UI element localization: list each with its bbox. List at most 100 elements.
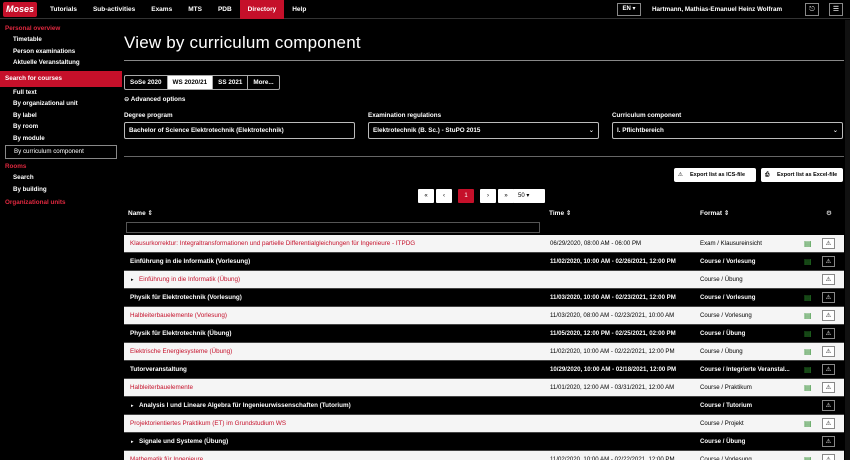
nav-tutorials[interactable]: Tutorials	[42, 0, 85, 19]
export-ics-button[interactable]: ⚠ Export list as ICS-file	[674, 168, 756, 182]
col-name-header[interactable]: Name ⇕	[128, 207, 153, 221]
sidebar-head-search[interactable]: Search for courses	[0, 70, 122, 87]
course-name[interactable]: Analysis I und Lineare Algebra für Ingen…	[139, 397, 351, 415]
nav-pdb[interactable]: PDB	[210, 0, 240, 19]
course-name[interactable]: Projektorientiertes Praktikum (ET) im Gr…	[130, 415, 286, 433]
tab-semester[interactable]: SoSe 2020	[125, 76, 168, 89]
calendar-icon[interactable]: ▤	[804, 329, 812, 338]
nav-mts[interactable]: MTS	[180, 0, 210, 19]
course-name[interactable]: Tutorveranstaltung	[130, 361, 187, 379]
course-name[interactable]: Einführung in die Informatik (Übung)	[139, 271, 240, 289]
table-row[interactable]: ▸ Analysis I und Lineare Algebra für Inge…	[124, 397, 844, 415]
user-name[interactable]: Hartmann, Mathias-Emanuel Heinz Wolfram	[652, 0, 782, 19]
calendar-icon[interactable]: ▤	[804, 365, 812, 374]
col-time-header[interactable]: Time ⇕	[549, 207, 571, 221]
sidebar-head-personal[interactable]: Personal overview	[0, 23, 122, 34]
course-name[interactable]: Halbleiterbauelemente (Vorlesung)	[130, 307, 227, 325]
nav-sub-activities[interactable]: Sub-activities	[85, 0, 143, 19]
col-format-header[interactable]: Format ⇕	[700, 207, 729, 221]
calendar-icon[interactable]: ▤	[804, 383, 812, 392]
sidebar-head-rooms[interactable]: Rooms	[0, 161, 122, 172]
component-select[interactable]: I. Pflichtbereich ⌄	[612, 122, 843, 139]
pin-icon[interactable]: ⚠	[822, 346, 835, 357]
calendar-icon[interactable]: ▤	[804, 293, 812, 302]
table-row[interactable]: Halbleiterbauelemente (Vorlesung) 11/03/2…	[124, 307, 844, 325]
table-row[interactable]: Elektrische Energiesysteme (Übung) 11/02/…	[124, 343, 844, 361]
calendar-icon[interactable]: ▤	[804, 311, 812, 320]
calendar-icon[interactable]: ▤	[804, 239, 812, 248]
last-page-button[interactable]: »	[498, 189, 514, 203]
course-name[interactable]: Klausurkorrektur: Integraltransformation…	[130, 235, 415, 253]
calendar-icon[interactable]: ▤	[804, 347, 812, 356]
next-page-button[interactable]: ›	[480, 189, 496, 203]
pin-icon[interactable]: ⚠	[822, 292, 835, 303]
sidebar-item-person-examinations[interactable]: Person examinations	[0, 46, 122, 58]
tab-semester[interactable]: WS 2020/21	[167, 76, 214, 89]
course-name[interactable]: Mathematik für Ingenieure...	[130, 451, 208, 460]
sidebar-item-timetable[interactable]: Timetable	[0, 34, 122, 46]
pin-icon[interactable]: ⚠	[822, 328, 835, 339]
course-name[interactable]: Physik für Elektrotechnik (Vorlesung)	[130, 289, 242, 307]
table-row[interactable]: Tutorveranstaltung 10/29/2020, 10:00 AM -…	[124, 361, 844, 379]
regulations-select[interactable]: Elektrotechnik (B. Sc.) - StuPO 2015 ⌄	[368, 122, 599, 139]
nav-exams[interactable]: Exams	[143, 0, 180, 19]
pin-icon[interactable]: ⚠	[822, 274, 835, 285]
course-name[interactable]: Physik für Elektrotechnik (Übung)	[130, 325, 231, 343]
table-row[interactable]: ▸ Einführung in die Informatik (Übung) Cou…	[124, 271, 844, 289]
advanced-options-toggle[interactable]: ⊖ Advanced options	[124, 96, 185, 103]
table-row[interactable]: Physik für Elektrotechnik (Übung) 11/05/2…	[124, 325, 844, 343]
table-row[interactable]: ▸ Signale und Systeme (Übung) Course / Übu…	[124, 433, 844, 451]
course-name[interactable]: Elektrische Energiesysteme (Übung)	[130, 343, 232, 361]
calendar-icon[interactable]: ▤	[804, 455, 812, 460]
course-name[interactable]: Einführung in die Informatik (Vorlesung)	[130, 253, 250, 271]
pin-icon[interactable]: ⚠	[822, 382, 835, 393]
sidebar-item-full-text[interactable]: Full text	[0, 87, 122, 99]
sidebar-head-org[interactable]: Organizational units	[0, 197, 122, 208]
table-row[interactable]: Halbleiterbauelemente 11/01/2020, 12:00 A…	[124, 379, 844, 397]
sidebar-item-aktuelle-veranstaltung[interactable]: Aktuelle Veranstaltung	[0, 57, 122, 69]
prev-page-button[interactable]: ‹	[436, 189, 452, 203]
degree-select[interactable]: Bachelor of Science Elektrotechnik (Elek…	[124, 122, 355, 139]
page-size-select[interactable]: 50 ▾	[513, 189, 545, 203]
pin-icon[interactable]: ⚠	[822, 310, 835, 321]
menu-icon[interactable]: ☰	[829, 3, 843, 16]
course-name[interactable]: Halbleiterbauelemente	[130, 379, 193, 397]
sidebar-item-by-module[interactable]: By module	[0, 133, 122, 145]
sidebar-item-by-organizational-unit[interactable]: By organizational unit	[0, 98, 122, 110]
pin-icon[interactable]: ⚠	[822, 418, 835, 429]
current-page[interactable]: 1	[458, 189, 474, 203]
sidebar-item-by-building[interactable]: By building	[0, 184, 122, 196]
caret-right-icon[interactable]: ▸	[131, 433, 134, 451]
table-row[interactable]: Einführung in die Informatik (Vorlesung)…	[124, 253, 844, 271]
language-select[interactable]: EN ▾	[617, 3, 641, 16]
caret-right-icon[interactable]: ▸	[131, 397, 134, 415]
pin-icon[interactable]: ⚠	[822, 256, 835, 267]
export-excel-button[interactable]: ⎙ Export list as Excel-file	[761, 168, 843, 182]
course-name[interactable]: Signale und Systeme (Übung)	[139, 433, 228, 451]
settings-icon[interactable]: ⚙	[826, 207, 832, 221]
sidebar-item-by-label[interactable]: By label	[0, 110, 122, 122]
table-row[interactable]: Projektorientiertes Praktikum (ET) im Gr…	[124, 415, 844, 433]
calendar-icon[interactable]: ▤	[804, 257, 812, 266]
pin-icon[interactable]: ⚠	[822, 364, 835, 375]
pin-icon[interactable]: ⚠	[822, 400, 835, 411]
pin-icon[interactable]: ⚠	[822, 238, 835, 249]
table-row[interactable]: Mathematik für Ingenieure... 11/02/2020, …	[124, 451, 844, 460]
pin-icon[interactable]: ⚠	[822, 436, 835, 447]
sidebar-item-search[interactable]: Search	[0, 172, 122, 184]
scrollbar[interactable]	[845, 20, 850, 460]
nav-help[interactable]: Help	[284, 0, 314, 19]
sidebar-item-by-room[interactable]: By room	[0, 121, 122, 133]
pin-icon[interactable]: ⚠	[822, 454, 835, 460]
name-filter-input[interactable]	[126, 222, 540, 233]
table-row[interactable]: Physik für Elektrotechnik (Vorlesung) 11/…	[124, 289, 844, 307]
calendar-icon[interactable]: ▤	[804, 419, 812, 428]
caret-right-icon[interactable]: ▸	[131, 271, 134, 289]
nav-directory[interactable]: Directory	[239, 0, 285, 19]
first-page-button[interactable]: «	[418, 189, 434, 203]
sidebar-item-curriculum[interactable]: By curriculum component	[5, 145, 117, 159]
tab-semester[interactable]: More...	[248, 76, 278, 89]
table-row[interactable]: Klausurkorrektur: Integraltransformation…	[124, 235, 844, 253]
logout-icon[interactable]: ⎋	[805, 3, 819, 16]
moses-logo[interactable]: Moses	[3, 2, 37, 17]
